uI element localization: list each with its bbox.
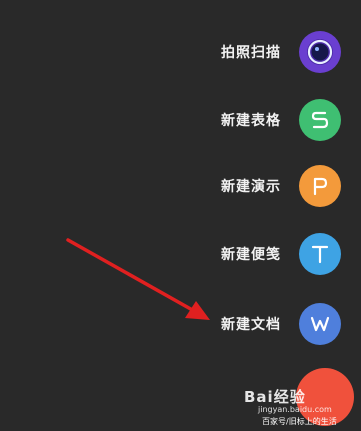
new-note-item[interactable]: 新建便笺: [221, 233, 341, 275]
watermark-url: jingyan.baidu.com: [258, 405, 332, 414]
new-presentation-label: 新建演示: [221, 179, 281, 195]
camera-lens-icon[interactable]: [299, 31, 341, 73]
scan-photo-item[interactable]: 拍照扫描: [221, 31, 341, 73]
new-note-label: 新建便笺: [221, 247, 281, 263]
scan-photo-label: 拍照扫描: [221, 45, 281, 61]
new-sheet-label: 新建表格: [221, 113, 281, 129]
watermark-logo: Bai经验: [244, 388, 306, 406]
new-document-label: 新建文档: [221, 317, 281, 333]
new-document-item[interactable]: 新建文档: [221, 303, 341, 345]
w-letter-icon[interactable]: [299, 303, 341, 345]
s-letter-icon[interactable]: [299, 99, 341, 141]
new-sheet-item[interactable]: 新建表格: [221, 99, 341, 141]
t-letter-icon[interactable]: [299, 233, 341, 275]
watermark-caption: 百家号/旧标上的生活: [262, 417, 337, 426]
p-letter-icon[interactable]: [299, 165, 341, 207]
new-presentation-item[interactable]: 新建演示: [221, 165, 341, 207]
new-file-menu-screen: 拍照扫描 新建表格 新建演示 新建便笺 新建文档 Bai经验 jingyan.b…: [0, 0, 361, 431]
